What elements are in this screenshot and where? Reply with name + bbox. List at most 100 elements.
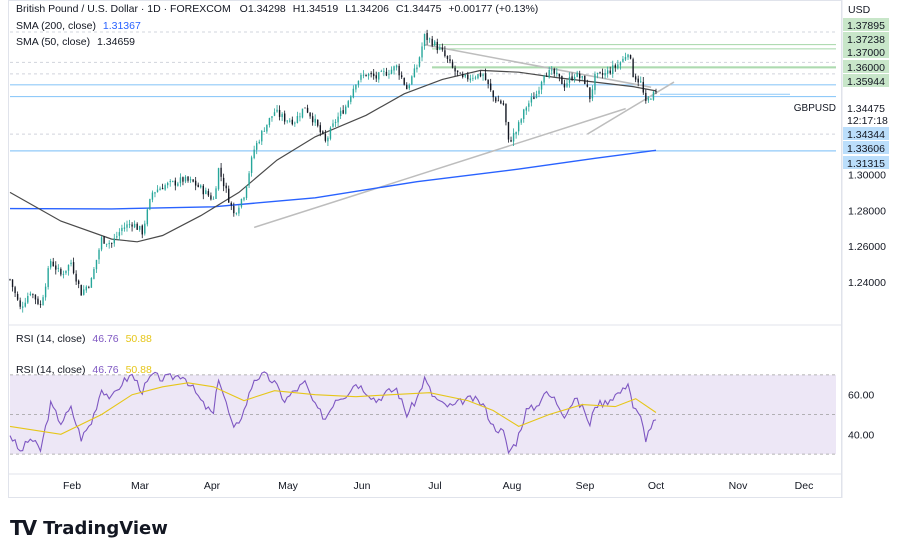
candle-body (647, 98, 650, 101)
candle-body (116, 236, 118, 238)
candle-body (311, 116, 314, 123)
candle-body (39, 304, 42, 305)
candle-body (423, 33, 426, 47)
candle-body (413, 68, 416, 78)
rsi-legend[interactable]: RSI (14, close) 46.76 50.88 (16, 333, 152, 345)
price-scale-label: 1.37238 (847, 34, 885, 46)
candle-body (533, 97, 535, 100)
candle-body (650, 98, 652, 100)
candle-body (566, 83, 568, 87)
candle-body (540, 81, 543, 90)
candle-body (375, 75, 377, 79)
candle-body (510, 140, 512, 142)
candle-body (205, 190, 207, 195)
candle-body (640, 81, 642, 83)
candle-body (357, 80, 360, 85)
rsi-tick-label: 40.00 (848, 429, 874, 441)
candle-body (29, 293, 32, 295)
trendline (586, 81, 675, 135)
candle-body (329, 127, 332, 139)
candle-body (100, 237, 103, 250)
candle-body (428, 38, 431, 40)
x-tick-label: Apr (204, 480, 221, 492)
candle-body (337, 116, 339, 123)
candle-body (398, 65, 400, 76)
candle-body (614, 65, 617, 68)
candle-body (584, 75, 586, 84)
candle-body (299, 116, 301, 118)
candle-body (217, 168, 220, 190)
candle-body (286, 120, 288, 122)
candle-body (622, 58, 624, 62)
price-scale-label: 1.34344 (847, 129, 885, 141)
candle-body (161, 187, 164, 190)
candle-body (568, 76, 571, 83)
candle-body (332, 123, 334, 127)
candle-body (512, 133, 515, 142)
candle-body (230, 202, 232, 206)
price-tick-label: 1.28000 (848, 205, 886, 217)
candle-body (528, 103, 530, 107)
candle-body (548, 70, 550, 78)
candle-body (151, 192, 154, 200)
currency-label: USD (848, 4, 871, 16)
tradingview-logo-name: TradingView (43, 517, 168, 539)
candle-body (459, 72, 461, 74)
candle-body (253, 149, 255, 158)
candle-body (123, 227, 126, 229)
candle-body (291, 119, 294, 125)
candle-body (37, 298, 39, 304)
candle-body (467, 74, 469, 80)
candle-body (487, 79, 489, 84)
price-tick-label: 1.30000 (848, 169, 886, 181)
candle-body (434, 41, 436, 46)
x-tick-label: Jun (354, 480, 371, 492)
candle-body (228, 188, 230, 203)
candle-body (571, 76, 573, 81)
candle-body (72, 262, 75, 274)
candle-body (454, 67, 456, 72)
candle-body (149, 199, 151, 210)
trendline (253, 107, 626, 229)
candle-body (439, 47, 441, 50)
candle-body (250, 157, 253, 173)
x-tick-label: Mar (131, 480, 150, 492)
candle-body (144, 223, 146, 234)
candle-body (474, 77, 477, 79)
price-tick-label: 1.24000 (848, 277, 886, 289)
sma200-legend[interactable]: SMA (200, close) 1.31367 (16, 20, 141, 32)
tradingview-logo[interactable]: TV TradingView (10, 514, 168, 542)
candle-body (385, 71, 388, 76)
candle-body (55, 265, 57, 270)
price-scale-label: 1.31315 (847, 158, 885, 170)
candle-body (62, 274, 65, 275)
candle-body (85, 286, 87, 291)
candle-body (233, 206, 235, 214)
candle-body (464, 74, 466, 77)
open-value: 1.34298 (247, 3, 286, 15)
candle-body (67, 264, 70, 271)
candle-body (360, 74, 362, 80)
candle-body (238, 207, 240, 214)
candle-body (111, 243, 113, 244)
candle-body (133, 223, 136, 228)
candle-body (159, 188, 161, 191)
sma50-legend[interactable]: SMA (50, close) 1.34659 (16, 36, 135, 48)
candle-body (388, 73, 390, 75)
candle-body (489, 83, 492, 91)
candle-body (517, 122, 520, 132)
candle-body (378, 72, 380, 80)
tradingview-logo-icon: TV (10, 516, 37, 540)
candle-body (108, 242, 110, 245)
candle-body (177, 183, 179, 186)
rsi-overlay-legend: RSI (14, close) 46.76 50.88 (16, 364, 152, 376)
candle-body (558, 73, 561, 77)
candle-body (538, 90, 540, 94)
candle-body (634, 76, 637, 80)
sma200-value: 1.31367 (102, 20, 141, 32)
candle-body (469, 78, 472, 81)
candle-body (202, 185, 204, 195)
price-scale-label: 1.37000 (847, 47, 885, 59)
candle-body (304, 107, 306, 109)
chart-svg[interactable]: USD 1.30000 1.28000 1.26000 1.24000 1.37895 1.… (0, 0, 902, 555)
